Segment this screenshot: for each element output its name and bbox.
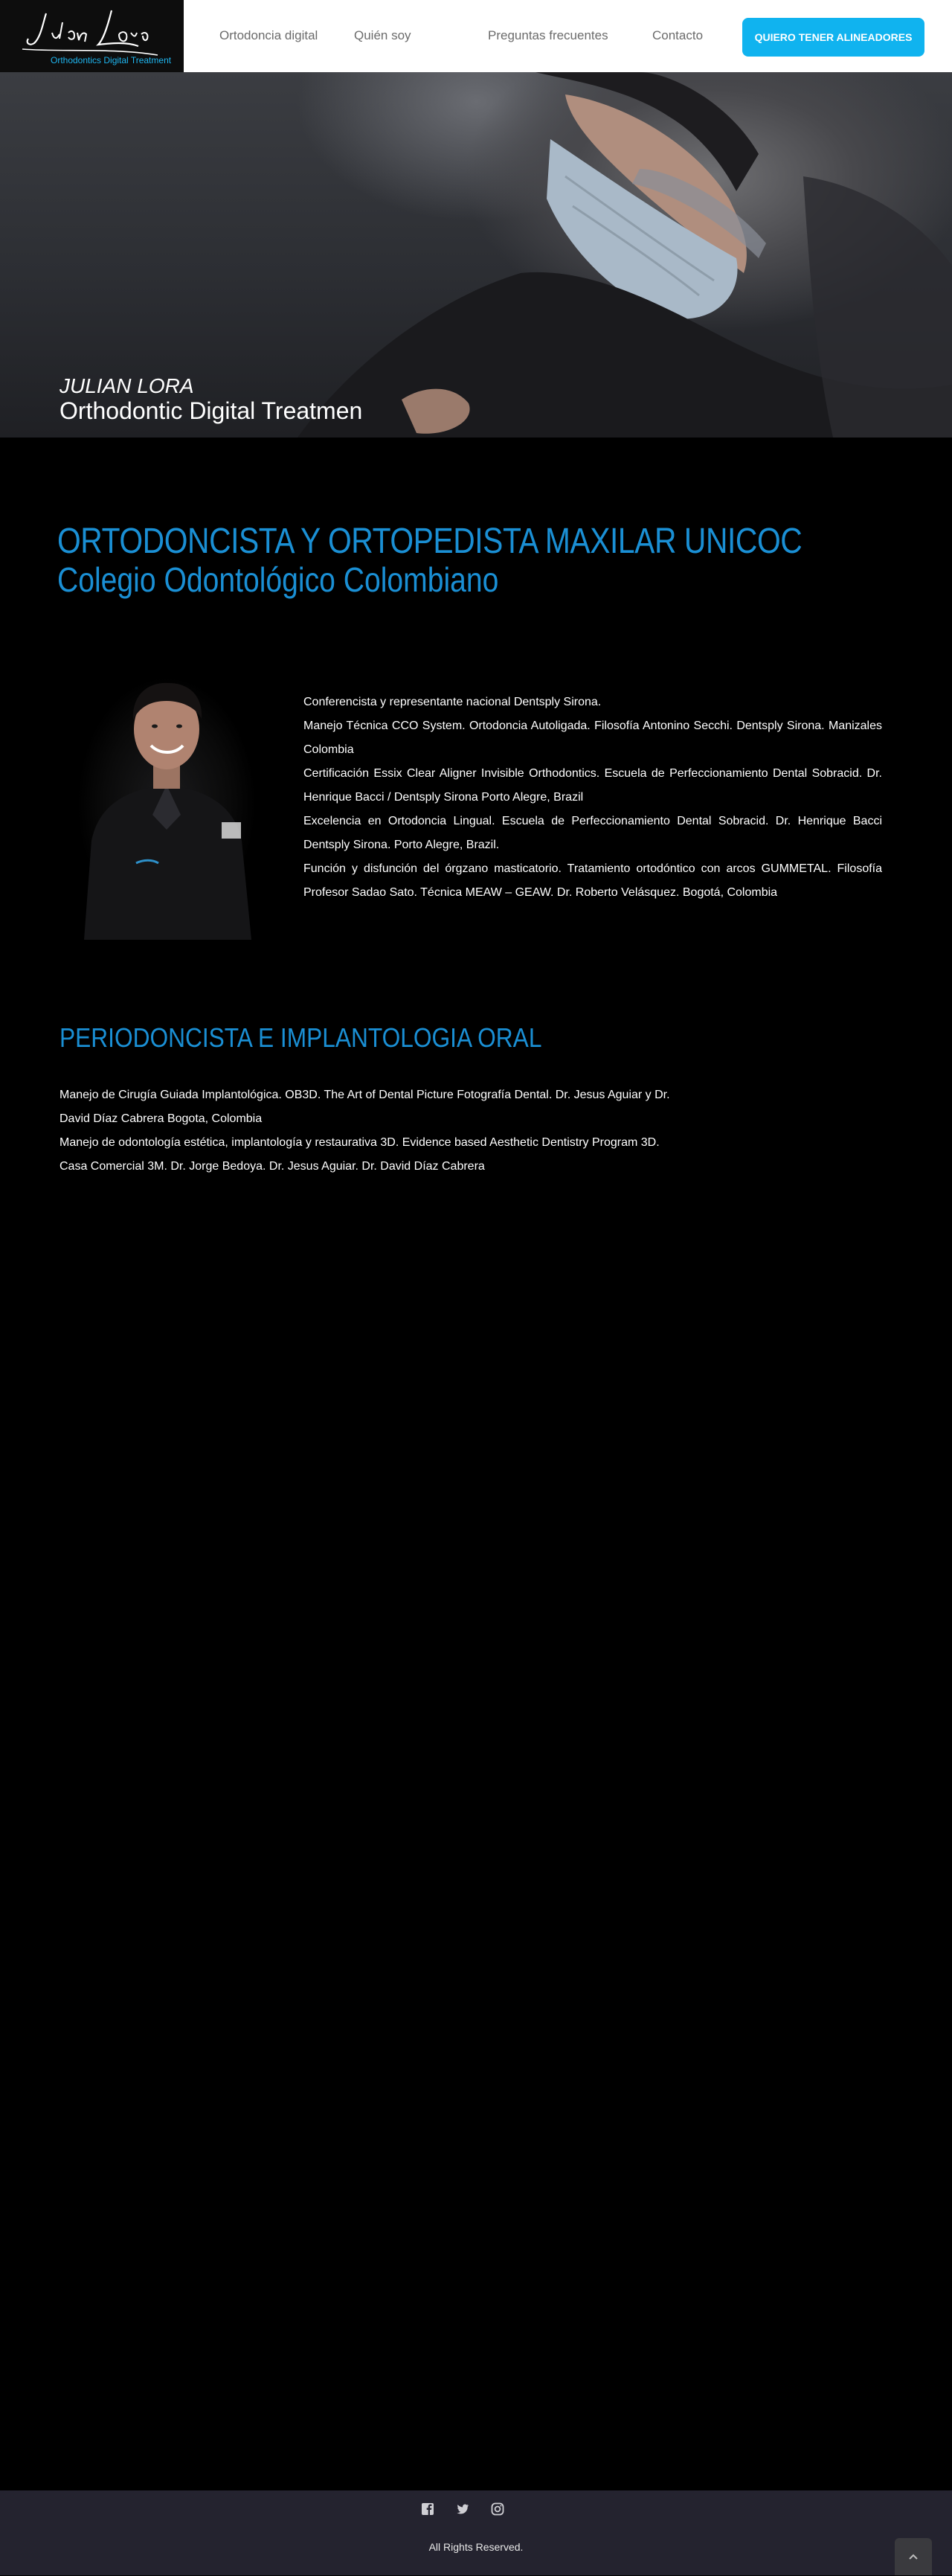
cta-aligners-button[interactable]: QUIERO TENER ALINEADORES — [742, 18, 924, 57]
hero-name: JULIAN LORA — [60, 374, 194, 397]
credential-item: Función y disfunción del órgzano mastica… — [303, 862, 882, 899]
credentials-list: Conferencista y representante nacional D… — [303, 691, 882, 905]
perio-list: Manejo de Cirugía Guiada Implantológica.… — [60, 1083, 677, 1179]
about-title: ORTODONCISTA Y ORTOPEDISTA MAXILAR UNICO… — [57, 522, 803, 561]
chevron-up-icon — [909, 2554, 918, 2560]
perio-item: Manejo de Cirugía Guiada Implantológica.… — [60, 1089, 670, 1125]
perio-title: PERIODONCISTA E IMPLANTOLOGIA ORAL — [60, 1022, 542, 1053]
logo-tagline: Orthodontics Digital Treatment — [51, 55, 172, 65]
twitter-icon[interactable] — [455, 2502, 470, 2516]
perio-item: Manejo de odontología estética, implanto… — [60, 1136, 660, 1173]
doctor-portrait — [69, 655, 265, 940]
site-header: Orthodontics Digital Treatment Ortodonci… — [0, 0, 952, 72]
credential-item: Manejo Técnica CCO System. Ortodoncia Au… — [303, 720, 882, 756]
nav-link-quien-soy[interactable]: Quién soy — [354, 28, 411, 43]
portrait-illustration — [84, 682, 251, 940]
site-footer: All Rights Reserved. — [0, 2490, 952, 2575]
copyright-text: All Rights Reserved. — [428, 2541, 524, 2553]
nav-link-ortodoncia-digital[interactable]: Ortodoncia digital — [219, 28, 318, 43]
credential-item: Excelencia en Ortodoncia Lingual. Escuel… — [303, 815, 882, 851]
facebook-icon[interactable] — [420, 2502, 435, 2516]
nav-link-contacto[interactable]: Contacto — [652, 28, 703, 43]
nav-link-preguntas-frecuentes[interactable]: Preguntas frecuentes — [488, 28, 608, 43]
hero-banner: JULIAN LORA Orthodontic Digital Treatmen — [0, 72, 952, 438]
site-logo[interactable]: Orthodontics Digital Treatment — [0, 0, 184, 72]
instagram-icon[interactable] — [490, 2502, 505, 2516]
back-to-top-button[interactable] — [895, 2538, 932, 2575]
hero-subtitle: Orthodontic Digital Treatmen — [60, 397, 363, 424]
about-subtitle: Colegio Odontológico Colombiano — [57, 560, 499, 599]
credential-item: Certificación Essix Clear Aligner Invisi… — [303, 767, 882, 804]
credential-item: Conferencista y representante nacional D… — [303, 696, 602, 708]
